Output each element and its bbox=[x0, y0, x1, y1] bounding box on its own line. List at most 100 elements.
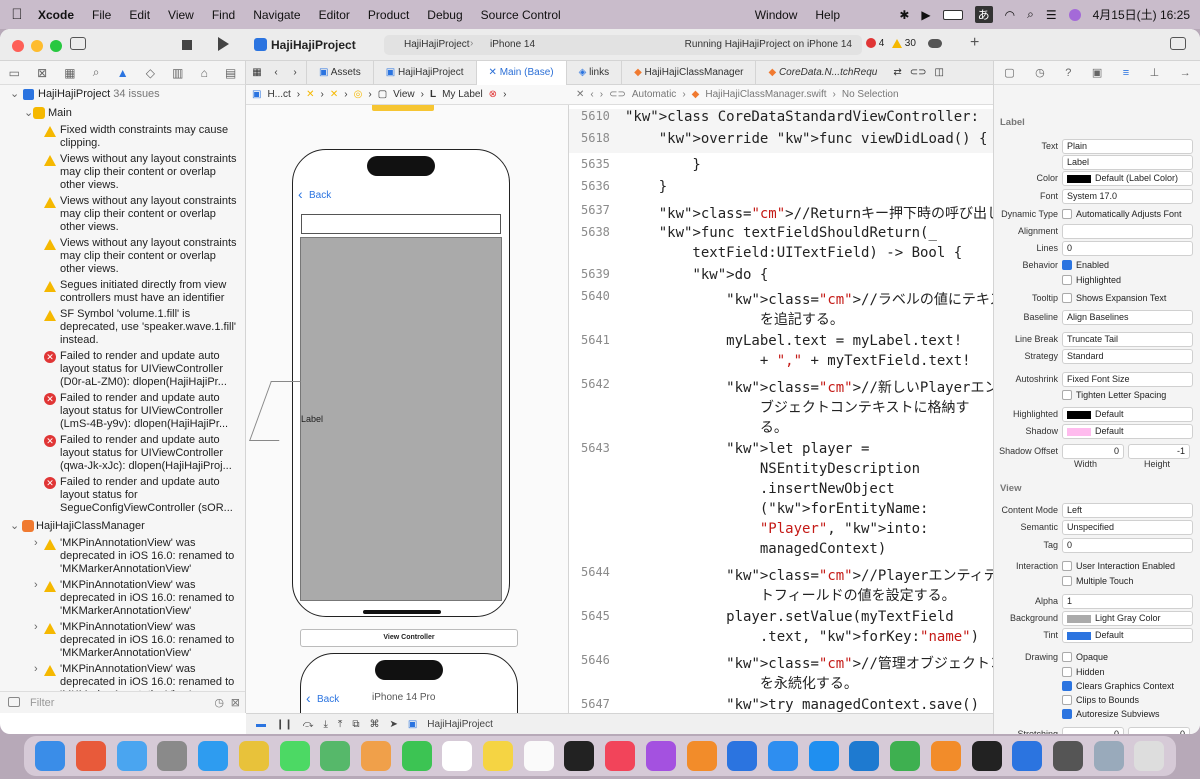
alpha-control[interactable]: 1 bbox=[1062, 594, 1193, 609]
issue-row[interactable]: Segues initiated directly from view cont… bbox=[0, 278, 245, 307]
enabled-checkbox[interactable] bbox=[1062, 260, 1072, 270]
issue-row[interactable]: › 'MKPinAnnotationView' was deprecated in… bbox=[0, 536, 245, 578]
debug-target[interactable]: HajiHajiProject bbox=[427, 719, 493, 730]
scene-icon[interactable]: ✕ bbox=[306, 89, 314, 100]
vscode-icon[interactable] bbox=[849, 741, 880, 771]
view-debugger-icon[interactable]: ⧉ bbox=[352, 719, 359, 730]
highlighted-checkbox[interactable] bbox=[1062, 275, 1072, 285]
menu-view[interactable]: View bbox=[159, 8, 203, 22]
books-icon[interactable] bbox=[686, 741, 717, 771]
scheme-selector[interactable]: HajiHajiProject › iPhone 14 Running Haji… bbox=[384, 35, 862, 55]
apple-menu-icon[interactable]:  bbox=[0, 6, 34, 23]
notes-icon[interactable] bbox=[483, 741, 514, 771]
ib-device-label[interactable]: iPhone 14 Pro bbox=[372, 692, 435, 703]
jump-item-view[interactable]: View bbox=[393, 89, 415, 100]
highlighted-color-control[interactable]: Default bbox=[1062, 407, 1193, 422]
spotlight-icon[interactable]: ⌕ bbox=[1027, 7, 1034, 22]
step-over-icon[interactable]: ⤼ bbox=[303, 719, 314, 730]
close-icon[interactable]: ✕ bbox=[489, 67, 500, 78]
chevron-right-icon[interactable]: › bbox=[34, 663, 38, 676]
chevron-right-icon[interactable]: › bbox=[34, 621, 38, 634]
opaque-checkbox[interactable] bbox=[1062, 652, 1072, 662]
strategy-control[interactable]: Standard bbox=[1062, 349, 1193, 364]
location-icon[interactable]: ➤ bbox=[389, 719, 397, 730]
pause-icon[interactable]: ❙❙ bbox=[276, 719, 293, 730]
issue-row[interactable]: › 'MKPinAnnotationView' was deprecated in… bbox=[0, 620, 245, 662]
menu-app-name[interactable]: Xcode bbox=[34, 8, 83, 22]
step-in-icon[interactable]: ⤓ bbox=[323, 719, 327, 730]
content-mode-control[interactable]: Left bbox=[1062, 503, 1193, 518]
podcasts-icon[interactable] bbox=[645, 741, 676, 771]
help-inspector-icon[interactable]: ? bbox=[1065, 67, 1071, 79]
clips-checkbox[interactable] bbox=[1062, 695, 1072, 705]
forward-icon[interactable]: › bbox=[284, 67, 306, 78]
tv-icon[interactable] bbox=[564, 741, 595, 771]
cloud-icon[interactable] bbox=[928, 39, 942, 48]
clock[interactable]: 4月15日(土) 16:25 bbox=[1093, 6, 1190, 23]
issue-row[interactable]: ✕ Failed to render and update auto layout… bbox=[0, 433, 245, 475]
tab-assets[interactable]: ▣ Assets bbox=[306, 60, 373, 85]
minimize-window-button[interactable] bbox=[31, 40, 43, 52]
my-label[interactable]: Label bbox=[300, 237, 502, 601]
find-icon[interactable]: ⌕ bbox=[93, 65, 100, 80]
hidden-checkbox[interactable] bbox=[1062, 667, 1072, 677]
issue-row[interactable]: Views without any layout constraints may… bbox=[0, 152, 245, 194]
autoshrink-control[interactable]: Fixed Font Size bbox=[1062, 372, 1193, 387]
code-editor[interactable]: 5610 "kw">class CoreDataStandardViewContr… bbox=[568, 105, 993, 713]
font-control[interactable]: System 17.0 bbox=[1062, 189, 1193, 204]
text-type-control[interactable]: Plain bbox=[1062, 139, 1193, 154]
iphone-frame-2[interactable]: ‹ Back bbox=[300, 653, 518, 713]
issue-row[interactable]: › 'MKPinAnnotationView' was deprecated in… bbox=[0, 578, 245, 620]
menu-file[interactable]: File bbox=[83, 8, 120, 22]
tighten-checkbox[interactable] bbox=[1062, 390, 1072, 400]
menu-editor[interactable]: Editor bbox=[310, 8, 359, 22]
connections-inspector-icon[interactable]: → bbox=[1180, 67, 1191, 79]
issue-row[interactable]: Views without any layout constraints may… bbox=[0, 194, 245, 236]
tag-control[interactable]: 0 bbox=[1062, 538, 1193, 553]
split-editor-icon[interactable]: ◫ bbox=[931, 67, 948, 78]
warning-count-badge[interactable]: 30 bbox=[892, 38, 916, 49]
error-icon[interactable]: ⊗ bbox=[489, 89, 497, 100]
chrome-icon[interactable] bbox=[238, 741, 269, 771]
issue-row[interactable]: ✕ Failed to render and update auto layout… bbox=[0, 391, 245, 433]
issue-group-root[interactable]: ⌄ HajiHajiProject 34 issues bbox=[0, 85, 245, 104]
semantic-control[interactable]: Unspecified bbox=[1062, 520, 1193, 535]
back-icon[interactable]: ‹ bbox=[268, 67, 284, 78]
tooltip-checkbox[interactable] bbox=[1062, 293, 1072, 303]
alignment-control[interactable] bbox=[1062, 224, 1193, 239]
siri-icon[interactable] bbox=[1068, 8, 1081, 21]
breakpoint-icon[interactable]: ⌂ bbox=[201, 66, 208, 80]
vc-icon[interactable]: ◎ bbox=[354, 89, 363, 100]
menu-source-control[interactable]: Source Control bbox=[472, 8, 570, 22]
clears-checkbox[interactable] bbox=[1062, 681, 1072, 691]
back-button[interactable]: Back bbox=[309, 190, 331, 201]
back-chevron-icon[interactable]: ‹ bbox=[306, 690, 311, 706]
menu-product[interactable]: Product bbox=[359, 8, 418, 22]
stop-icon[interactable] bbox=[182, 40, 192, 50]
inspector-toggle-icon[interactable] bbox=[1170, 37, 1186, 50]
issue-group-manager[interactable]: ⌄ HajiHajiClassManager bbox=[0, 517, 245, 536]
step-out-icon[interactable]: ⤒ bbox=[338, 719, 342, 730]
add-icon[interactable]: + bbox=[970, 34, 979, 52]
back-icon[interactable]: ‹ bbox=[590, 89, 593, 100]
tab-main-base[interactable]: ✕ Main (Base) bbox=[475, 60, 566, 85]
zoom-window-button[interactable] bbox=[50, 40, 62, 52]
menu-navigate[interactable]: Navigate bbox=[244, 8, 309, 22]
tab-project[interactable]: ▣ HajiHajiProject bbox=[372, 60, 476, 85]
shadow-offset-a[interactable]: 0 bbox=[1062, 444, 1124, 459]
related-items-icon[interactable]: ⊂⊃ bbox=[609, 89, 626, 100]
dynamic-type-checkbox[interactable] bbox=[1062, 209, 1072, 219]
chevron-down-icon[interactable]: ⌄ bbox=[10, 88, 19, 101]
trash-icon[interactable] bbox=[1134, 741, 1165, 771]
play-status-icon[interactable]: ▶ bbox=[921, 8, 930, 22]
terminal-icon[interactable] bbox=[971, 741, 1002, 771]
battery-icon[interactable] bbox=[942, 9, 963, 20]
shadow-offset-b[interactable]: -1 bbox=[1128, 444, 1190, 459]
issue-row[interactable]: Views without any layout constraints may… bbox=[0, 236, 245, 278]
back-chevron-icon[interactable]: ‹ bbox=[298, 186, 303, 202]
close-window-button[interactable] bbox=[12, 40, 24, 52]
maps-icon[interactable] bbox=[320, 741, 351, 771]
text-value-control[interactable]: Label bbox=[1062, 155, 1193, 170]
code-line[interactable]: 5610 "kw">class CoreDataStandardViewContr… bbox=[569, 109, 993, 131]
code-line[interactable]: 5618 "kw">override "kw">func viewDidLoad… bbox=[569, 131, 993, 153]
